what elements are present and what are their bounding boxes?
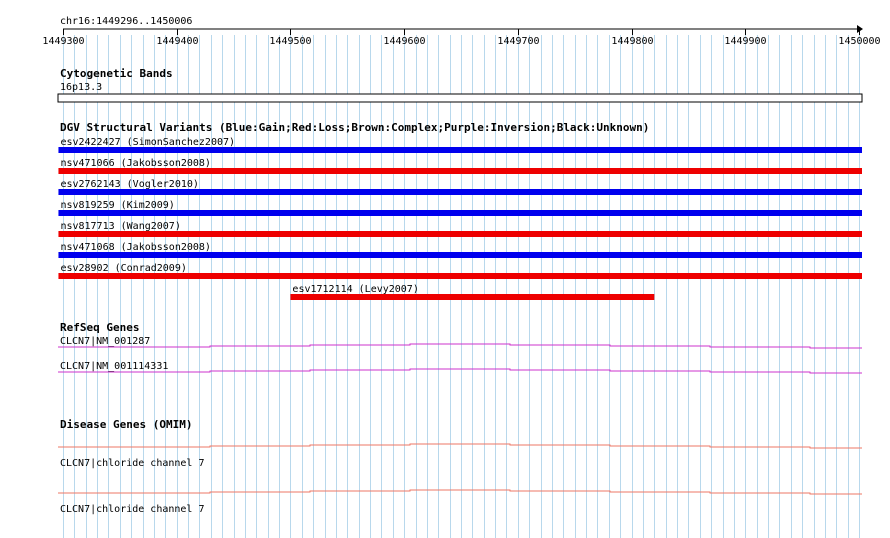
variant-bar[interactable] xyxy=(58,147,863,153)
variant-label: esv1712114 (Levy2007) xyxy=(292,284,418,295)
ruler-tick-label: 1449400 xyxy=(156,36,198,47)
variant-label: esv2762143 (Vogler2010) xyxy=(60,179,198,190)
dgv-track: DGV Structural Variants (Blue:Gain;Red:L… xyxy=(58,121,863,300)
omim-track: Disease Genes (OMIM) CLCN7|chloride chan… xyxy=(58,418,862,515)
variant-bar[interactable] xyxy=(58,273,863,279)
variant-label: esv2422427 (SimonSanchez2007) xyxy=(60,137,235,148)
gene-model-line[interactable] xyxy=(58,343,862,349)
refseq-track-title[interactable]: RefSeq Genes xyxy=(60,321,139,334)
variant-label: esv28902 (Conrad2009) xyxy=(60,263,186,274)
variant-bar[interactable] xyxy=(58,252,863,258)
region-label: chr16:1449296..1450006 xyxy=(60,16,192,27)
ruler-tick-label: 1449900 xyxy=(724,36,766,47)
genome-browser-view: chr16:1449296..1450006 1449300 1449400 144… xyxy=(42,16,881,538)
ruler-tick-label: 1450000 xyxy=(838,36,880,47)
dgv-track-title[interactable]: DGV Structural Variants (Blue:Gain;Red:L… xyxy=(60,121,649,134)
cytoband-track: Cytogenetic Bands 16p13.3 xyxy=(57,67,863,103)
cytoband-track-title[interactable]: Cytogenetic Bands xyxy=(60,67,173,80)
refseq-gene-label[interactable]: CLCN7|NM_001114331 xyxy=(60,361,168,372)
ruler-tick-label: 1449600 xyxy=(383,36,425,47)
cytoband-bar[interactable] xyxy=(57,93,863,103)
variant-label: nsv817713 (Wang2007) xyxy=(60,221,180,232)
variant-bar[interactable] xyxy=(58,210,863,216)
refseq-track: RefSeq Genes CLCN7|NM_001287 CLCN7|NM_001… xyxy=(58,321,862,374)
refseq-gene-label[interactable]: CLCN7|NM_001287 xyxy=(60,336,150,347)
variant-label: nsv471068 (Jakobsson2008) xyxy=(60,242,211,253)
gene-model-line[interactable] xyxy=(58,443,862,449)
variant-bar[interactable] xyxy=(58,231,863,237)
gene-model-line[interactable] xyxy=(58,368,862,374)
ruler-tick-label: 1449500 xyxy=(269,36,311,47)
variant-bar[interactable] xyxy=(58,189,863,195)
gene-model-line[interactable] xyxy=(58,489,862,495)
omim-track-title[interactable]: Disease Genes (OMIM) xyxy=(60,418,192,431)
ruler-tick-label: 1449800 xyxy=(611,36,653,47)
cytoband-label: 16p13.3 xyxy=(60,82,102,93)
variant-bar[interactable] xyxy=(58,168,863,174)
omim-gene-label[interactable]: CLCN7|chloride channel 7 xyxy=(60,458,205,469)
variant-bar[interactable] xyxy=(290,294,655,300)
variant-label: nsv471066 (Jakobsson2008) xyxy=(60,158,211,169)
ruler-tick-label: 1449700 xyxy=(497,36,539,47)
ruler-tick-label: 1449300 xyxy=(42,36,84,47)
omim-gene-label[interactable]: CLCN7|chloride channel 7 xyxy=(60,504,205,515)
variant-label: nsv819259 (Kim2009) xyxy=(60,200,174,211)
